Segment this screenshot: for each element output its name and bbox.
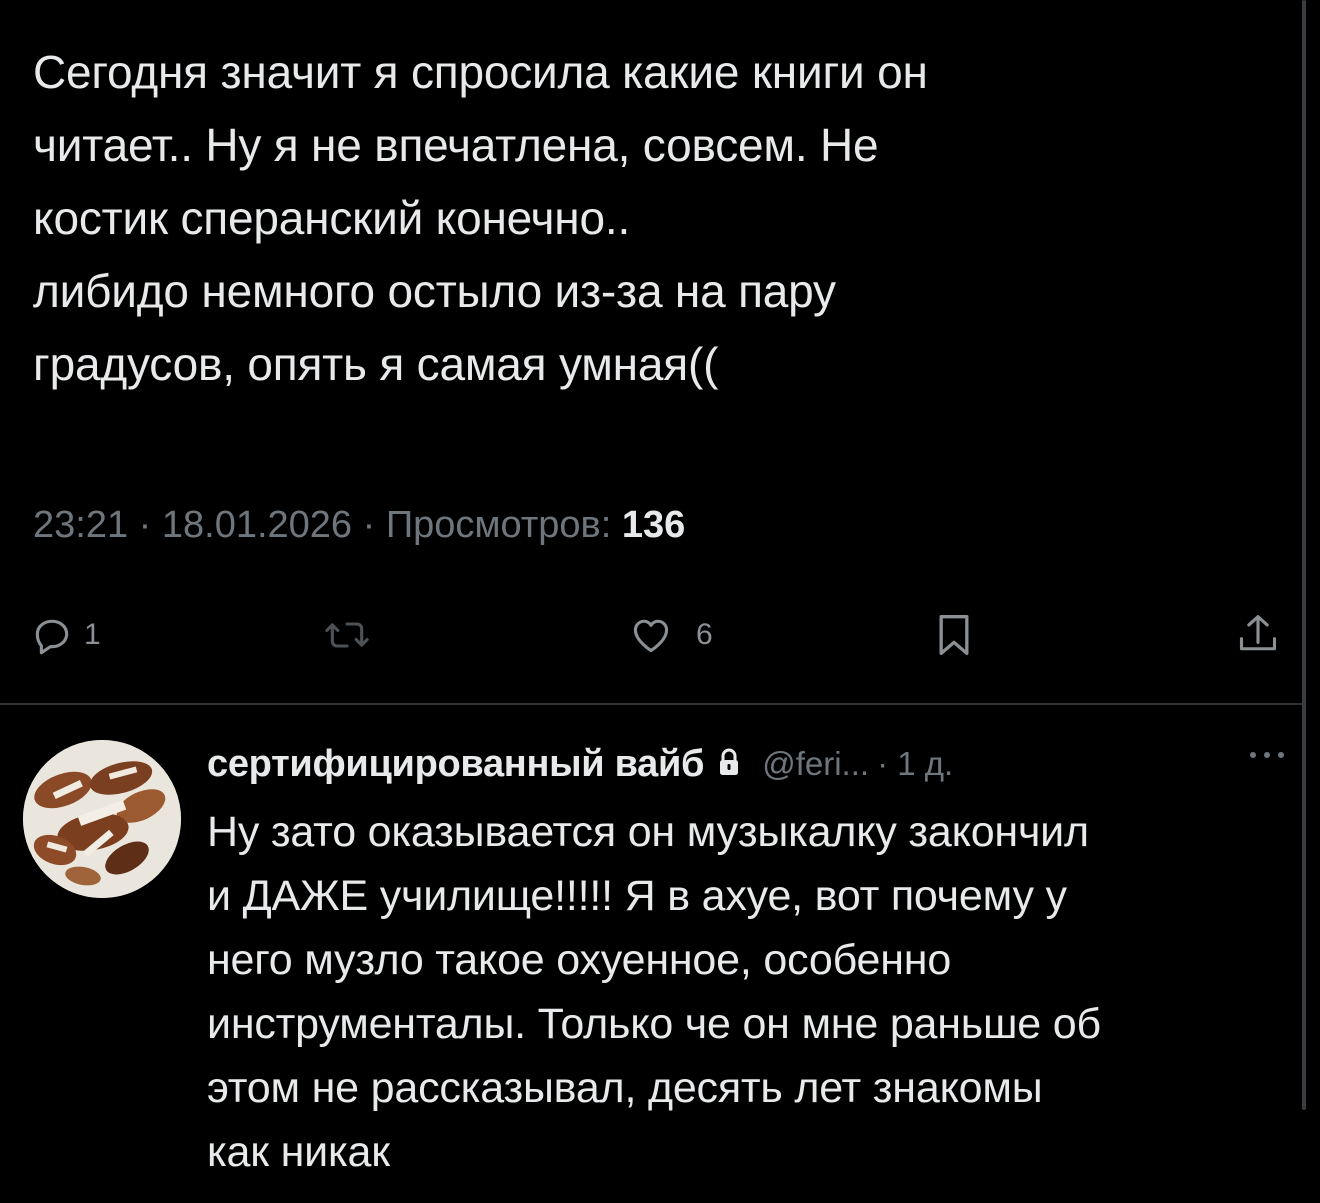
views-label[interactable]: Просмотров: — [386, 504, 611, 546]
meta-separator: · — [138, 504, 152, 546]
post-text-line: либидо немного остыло из-за на пару — [33, 265, 836, 317]
reply-text-line: Ну зато оказывается он музыкалку закончи… — [207, 808, 1089, 856]
reply-text-line: этом не рассказывал, десять лет знакомы — [207, 1064, 1043, 1112]
heart-icon — [628, 613, 674, 657]
reply-text-line: и ДАЖЕ училище!!!!! Я в ахуе, вот почему… — [207, 872, 1067, 920]
retweet-icon — [322, 613, 372, 657]
post-time: 23:21 — [33, 504, 129, 546]
reply-count: 1 — [84, 618, 101, 651]
reply-author-name[interactable]: сертифицированный вайб — [207, 743, 705, 786]
reply-text-line: как никак — [207, 1128, 390, 1176]
post-text-line: костик сперанский конечно.. — [33, 192, 631, 244]
share-button[interactable] — [1236, 600, 1280, 670]
reply-header: сертифицированный вайб @feri... · 1 д. — [207, 738, 1297, 790]
post-meta: 23:21 · 18.01.2026 · Просмотров: 136 — [33, 502, 685, 548]
divider — [0, 703, 1306, 705]
post-text-line: градусов, опять я самая умная(( — [33, 338, 719, 390]
post-date: 18.01.2026 — [161, 504, 353, 546]
meta-separator: · — [362, 504, 376, 546]
scrollbar[interactable] — [1302, 0, 1306, 1110]
retweet-button[interactable] — [322, 600, 382, 670]
bookmark-icon — [932, 610, 976, 660]
post-detail-view: Сегодня значит я спросила какие книги он… — [0, 0, 1320, 1203]
post-text-line: Сегодня значит я спросила какие книги он — [33, 46, 928, 98]
action-bar: 1 6 — [0, 600, 1320, 670]
like-count: 6 — [696, 618, 713, 651]
reply-text-line: инструменталы. Только че он мне раньше о… — [207, 1000, 1101, 1048]
reply-icon — [30, 613, 74, 657]
reply-text: Ну зато оказывается он музыкалку закончи… — [207, 800, 1297, 1184]
more-icon[interactable] — [1247, 748, 1287, 766]
post-text-line: читает.. Ну я не впечатлена, совсем. Не — [33, 119, 879, 171]
like-button[interactable]: 6 — [628, 600, 713, 670]
reply-handle[interactable]: @feri... — [762, 745, 869, 783]
views-count[interactable]: 136 — [622, 504, 685, 546]
reply-button[interactable]: 1 — [30, 600, 101, 670]
avatar[interactable] — [23, 740, 181, 898]
reply-text-line: него музло такое охуенное, особенно — [207, 936, 952, 984]
reply-time[interactable]: · 1 д. — [877, 745, 953, 783]
lock-icon — [718, 748, 740, 781]
bookmark-button[interactable] — [932, 600, 976, 670]
share-icon — [1236, 611, 1280, 659]
post-text: Сегодня значит я спросила какие книги он… — [33, 36, 1253, 401]
